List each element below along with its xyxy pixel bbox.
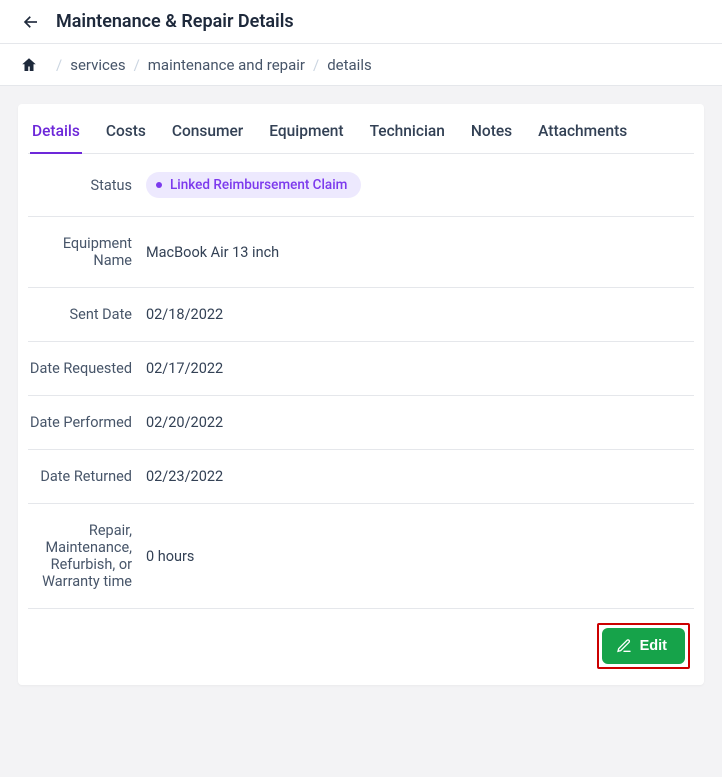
arrow-left-icon <box>22 13 40 31</box>
value-status: Linked Reimbursement Claim <box>146 172 361 198</box>
value-date-returned: 02/23/2022 <box>146 468 223 485</box>
edit-button[interactable]: Edit <box>602 628 685 664</box>
tabs: Details Costs Consumer Equipment Technic… <box>28 122 694 154</box>
actions-row: Edit <box>28 609 694 669</box>
status-badge-text: Linked Reimbursement Claim <box>170 177 347 193</box>
label-date-performed: Date Performed <box>28 414 146 431</box>
row-date-returned: Date Returned 02/23/2022 <box>28 450 694 504</box>
edit-icon <box>616 638 632 654</box>
value-time: 0 hours <box>146 548 194 565</box>
label-equipment-name: Equipment Name <box>28 235 146 269</box>
breadcrumb-separator: / <box>56 56 62 74</box>
tab-equipment[interactable]: Equipment <box>267 122 345 153</box>
value-date-performed: 02/20/2022 <box>146 414 223 431</box>
tab-notes[interactable]: Notes <box>469 122 514 153</box>
value-date-requested: 02/17/2022 <box>146 360 223 377</box>
row-equipment-name: Equipment Name MacBook Air 13 inch <box>28 217 694 288</box>
tab-details[interactable]: Details <box>30 122 82 154</box>
label-date-returned: Date Returned <box>28 468 146 485</box>
back-button[interactable] <box>20 11 42 33</box>
status-dot-icon <box>156 182 162 188</box>
details-card: Details Costs Consumer Equipment Technic… <box>18 104 704 685</box>
label-date-requested: Date Requested <box>28 360 146 377</box>
status-badge: Linked Reimbursement Claim <box>146 172 361 198</box>
breadcrumb-item-maintenance[interactable]: maintenance and repair <box>148 56 305 74</box>
tab-attachments[interactable]: Attachments <box>536 122 629 153</box>
top-bar: Maintenance & Repair Details <box>0 0 722 44</box>
tab-consumer[interactable]: Consumer <box>170 122 245 153</box>
breadcrumb: / services / maintenance and repair / de… <box>0 44 722 86</box>
value-equipment-name: MacBook Air 13 inch <box>146 244 279 261</box>
page-title: Maintenance & Repair Details <box>56 11 294 32</box>
tab-technician[interactable]: Technician <box>368 122 447 153</box>
row-sent-date: Sent Date 02/18/2022 <box>28 288 694 342</box>
row-date-performed: Date Performed 02/20/2022 <box>28 396 694 450</box>
breadcrumb-separator: / <box>313 56 319 74</box>
breadcrumb-item-details[interactable]: details <box>327 56 372 74</box>
label-sent-date: Sent Date <box>28 306 146 323</box>
row-date-requested: Date Requested 02/17/2022 <box>28 342 694 396</box>
breadcrumb-separator: / <box>134 56 140 74</box>
detail-rows: Status Linked Reimbursement Claim Equipm… <box>28 154 694 609</box>
edit-button-label: Edit <box>640 638 667 654</box>
tab-costs[interactable]: Costs <box>104 122 148 153</box>
row-status: Status Linked Reimbursement Claim <box>28 154 694 217</box>
label-time: Repair, Maintenance, Refurbish, or Warra… <box>28 522 146 590</box>
edit-highlight: Edit <box>597 623 690 669</box>
breadcrumb-item-services[interactable]: services <box>70 56 125 74</box>
row-time: Repair, Maintenance, Refurbish, or Warra… <box>28 504 694 609</box>
home-icon[interactable] <box>20 56 38 74</box>
value-sent-date: 02/18/2022 <box>146 306 223 323</box>
label-status: Status <box>28 177 146 194</box>
